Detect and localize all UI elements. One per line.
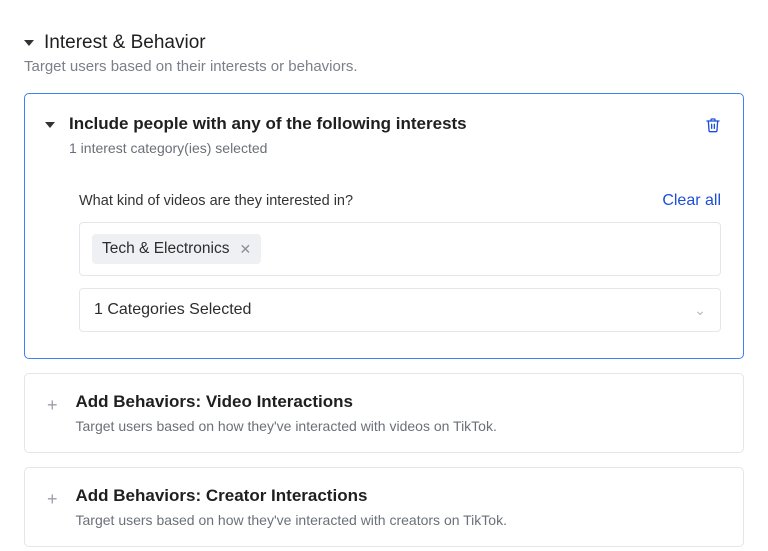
panel-header[interactable]: Include people with any of the following… [45,114,721,156]
chevron-down-icon: ⌄ [694,302,706,319]
categories-select-label: 1 Categories Selected [94,301,251,319]
remove-tag-icon[interactable]: ✕ [240,242,252,256]
caret-down-icon [24,40,34,46]
plus-icon: + [47,490,58,508]
panel-subtitle: Target users based on how they've intera… [76,512,507,528]
interest-tag-input[interactable]: Tech & Electronics ✕ [79,222,721,276]
categories-select[interactable]: 1 Categories Selected ⌄ [79,288,721,332]
section-header[interactable]: Interest & Behavior [24,32,744,54]
section-title: Interest & Behavior [44,32,206,54]
add-behaviour-creator-panel[interactable]: + Add Behaviors: Creator Interactions Ta… [24,467,744,547]
section-description: Target users based on their interests or… [24,58,744,75]
include-interests-panel: Include people with any of the following… [24,93,744,359]
panel-title: Add Behaviors: Creator Interactions [76,486,507,506]
plus-icon: + [47,396,58,414]
interest-tag-label: Tech & Electronics [102,240,230,258]
trash-icon[interactable] [705,116,721,134]
panel-title: Add Behaviors: Video Interactions [76,392,497,412]
caret-down-icon [45,122,55,128]
clear-all-link[interactable]: Clear all [662,192,721,210]
interest-tag: Tech & Electronics ✕ [92,234,261,264]
interest-question: What kind of videos are they interested … [79,193,353,209]
panel-selected-summary: 1 interest category(ies) selected [69,140,467,156]
panel-title: Include people with any of the following… [69,114,467,134]
panel-subtitle: Target users based on how they've intera… [76,418,497,434]
add-behaviour-video-panel[interactable]: + Add Behaviors: Video Interactions Targ… [24,373,744,453]
